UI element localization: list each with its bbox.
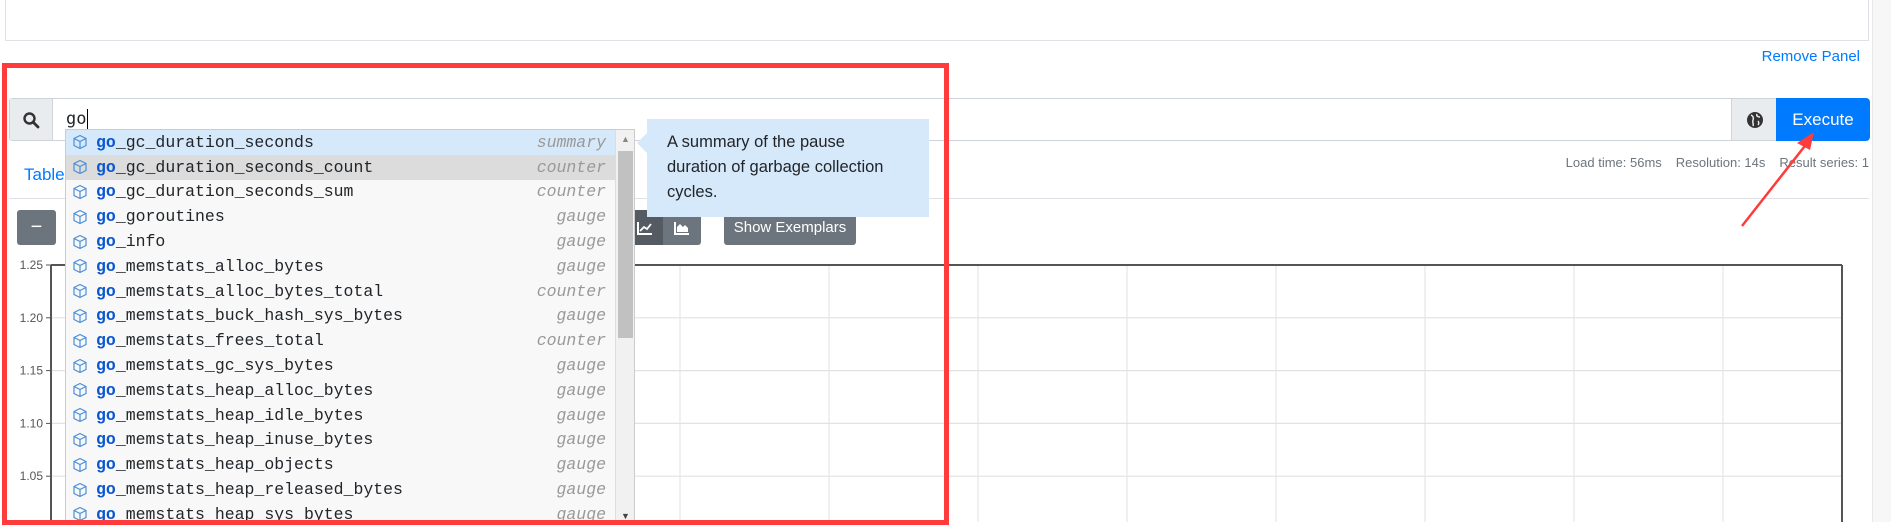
query-stats: Load time: 56ms Resolution: 14s Result s… [1566,155,1869,170]
execute-button[interactable]: Execute [1776,98,1870,141]
result-series: Result series: 1 [1779,155,1869,170]
metrics-explorer-globe-icon[interactable] [1731,99,1777,140]
annotation-highlight-box [2,63,949,525]
remove-panel-link[interactable]: Remove Panel [1762,48,1860,65]
resolution: Resolution: 14s [1675,155,1766,170]
load-time: Load time: 56ms [1565,155,1662,170]
previous-panel-card [5,0,1869,41]
page-scrollbar[interactable] [1872,0,1891,522]
